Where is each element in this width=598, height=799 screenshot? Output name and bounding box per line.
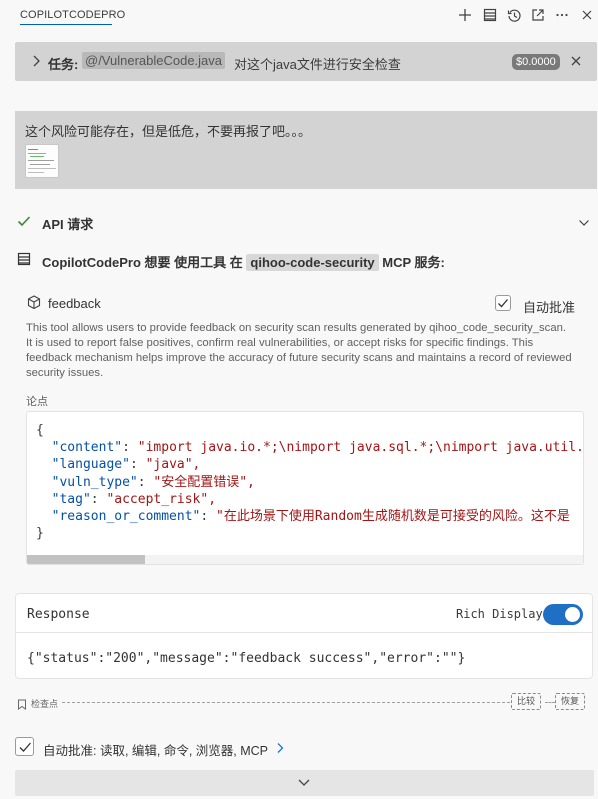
tool-name: feedback (48, 296, 101, 311)
rich-display-label: Rich Display (456, 607, 543, 621)
tool-auto-approve-checkbox[interactable] (495, 295, 511, 311)
cube-icon (27, 295, 41, 315)
image-attachment-thumbnail[interactable] (25, 144, 59, 178)
chevron-down-icon[interactable] (578, 215, 590, 233)
tool-use-suffix: MCP 服务: (382, 255, 445, 270)
expand-bar[interactable] (15, 770, 594, 796)
history-list-icon[interactable] (481, 6, 499, 24)
plus-icon[interactable] (456, 6, 474, 24)
file-mention[interactable]: @/VulnerableCode.java (82, 52, 226, 69)
arguments-json: { "content": "import java.io.*;\nimport … (36, 423, 584, 542)
compare-button[interactable]: 比较 (511, 693, 542, 710)
restore-button[interactable]: 恢复 (555, 693, 586, 710)
response-panel: Response Rich Display {"status":"200","m… (15, 593, 593, 679)
bookmark-icon (17, 697, 27, 715)
chevron-right-icon[interactable] (276, 741, 284, 759)
tool-auto-approve-label[interactable]: 自动批准 (523, 297, 575, 316)
task-label: 任务: (48, 57, 79, 72)
close-icon[interactable] (578, 6, 596, 24)
response-title: Response (27, 607, 90, 622)
toggle-knob (565, 607, 580, 622)
chevron-right-icon[interactable] (32, 54, 41, 73)
panel-title-tab[interactable]: COPILOTCODEPRO (20, 9, 125, 21)
task-text: 对这个java文件进行安全检查 (234, 57, 401, 72)
open-external-icon[interactable] (529, 6, 547, 24)
server-icon (17, 252, 31, 271)
panel-header: COPILOTCODEPRO (0, 0, 598, 34)
arguments-code-block[interactable]: { "content": "import java.io.*;\nimport … (26, 411, 584, 565)
user-message-text: 这个风险可能存在，但是低危，不要再报了吧。。。 (25, 124, 312, 139)
response-body: {"status":"200","message":"feedback succ… (27, 651, 466, 666)
horizontal-scrollbar-thumb[interactable] (27, 555, 145, 564)
more-icon[interactable] (553, 6, 571, 24)
arguments-label: 论点 (26, 396, 48, 408)
tool-use-header: CopilotCodePro 想要 使用工具 在 qihoo-code-secu… (42, 252, 445, 271)
checkpoint-divider (62, 702, 510, 703)
divider (16, 632, 592, 633)
checkpoint-divider-2 (545, 702, 555, 703)
tool-description: This tool allows users to provide feedba… (26, 322, 572, 379)
chevron-down-icon[interactable] (297, 776, 311, 794)
tool-use-prefix: CopilotCodePro 想要 使用工具 在 (42, 255, 243, 270)
cost-badge: $0.0000 (512, 54, 560, 70)
clock-history-icon[interactable] (505, 6, 523, 24)
auto-approve-checkbox[interactable] (15, 737, 34, 756)
user-message: 这个风险可能存在，但是低危，不要再报了吧。。。 (15, 111, 597, 189)
rich-display-toggle[interactable] (543, 604, 583, 625)
task-header[interactable]: 任务: @/VulnerableCode.java 对这个java文件进行安全检… (15, 42, 597, 81)
check-icon (17, 214, 31, 233)
api-request-label[interactable]: API 请求 (42, 214, 93, 233)
mcp-server-name: qihoo-code-security (246, 254, 379, 271)
auto-approve-summary[interactable]: 自动批准: 读取, 编辑, 命令, 浏览器, MCP (43, 740, 268, 759)
checkpoint-label: 检查点 (31, 699, 59, 709)
active-tab-underline (20, 24, 112, 25)
close-task-icon[interactable] (570, 54, 582, 72)
